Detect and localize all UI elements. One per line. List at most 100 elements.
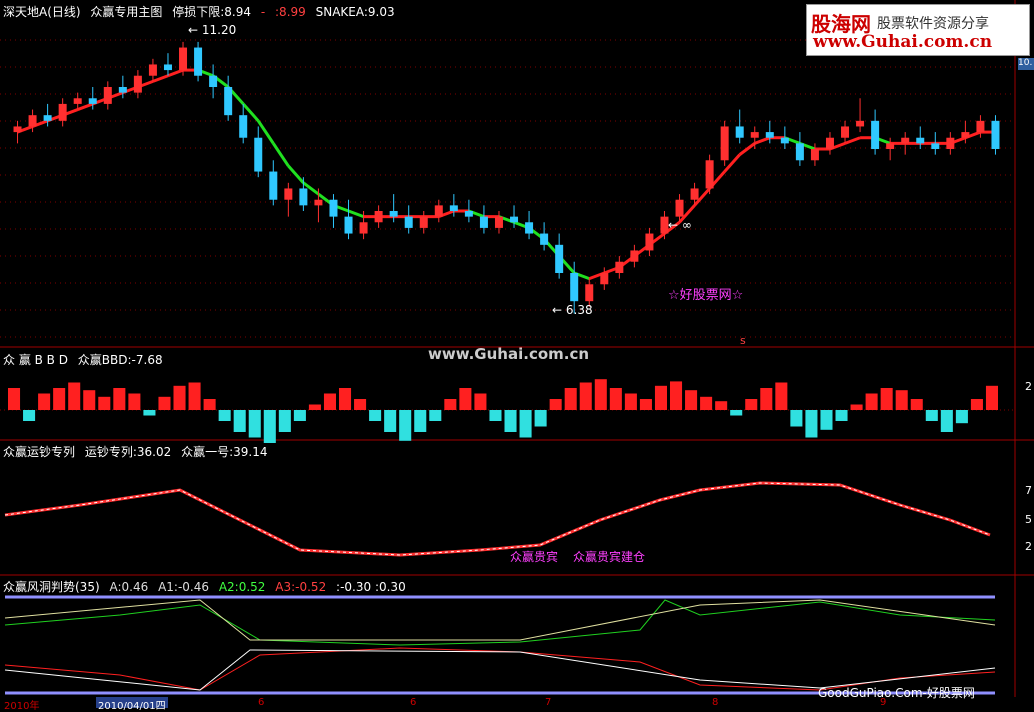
bbd-bar xyxy=(158,396,171,410)
candle-body xyxy=(600,273,609,285)
candle-body xyxy=(329,199,338,217)
candle-body xyxy=(344,216,353,234)
candle-body xyxy=(284,188,293,200)
bbd-bar xyxy=(53,388,66,410)
star-annotation: ☆好股票网☆ xyxy=(668,288,744,303)
bbd-bar xyxy=(444,399,457,410)
candle-body xyxy=(961,132,970,138)
candle-body xyxy=(133,75,142,93)
candle-body xyxy=(434,205,443,217)
cash-title: 众赢运钞专列 xyxy=(3,445,76,459)
panel3-header: 众赢运钞专列 运钞专列:36.02 众赢一号:39.14 xyxy=(3,443,273,460)
candle-body xyxy=(299,188,308,206)
bbd-bar xyxy=(308,404,321,410)
bbd-bar xyxy=(519,410,532,438)
candle-body xyxy=(43,115,52,121)
cash-value-2: 众赢一号:39.14 xyxy=(181,445,268,459)
bbd-bar xyxy=(895,390,908,410)
bbd-bar xyxy=(654,385,667,410)
bbd-bar xyxy=(790,410,803,427)
candle-body xyxy=(630,250,639,262)
bbd-bar xyxy=(639,399,652,410)
s-marker: s xyxy=(740,334,746,347)
bbd-bar xyxy=(609,388,622,410)
ma-segment xyxy=(77,102,94,111)
mark-1: - xyxy=(260,5,266,19)
vip-build-label: 众赢贵宾建仓 xyxy=(573,550,646,564)
bbd-bar xyxy=(474,393,487,410)
candle-body xyxy=(58,103,67,121)
wind-a3: A3:-0.52 xyxy=(275,580,327,594)
candle-body xyxy=(525,222,534,234)
wind-a1: A1:-0.46 xyxy=(158,580,209,594)
candle-body xyxy=(780,137,789,144)
high-annotation: ← 11.20 xyxy=(188,23,237,37)
candle-body xyxy=(224,87,233,116)
candle-body xyxy=(194,47,203,76)
candle-body xyxy=(103,87,112,104)
bbd-value: 众赢BBD:-7.68 xyxy=(77,353,163,367)
bbd-bar xyxy=(955,410,968,424)
candle-body xyxy=(254,137,263,172)
candle-body xyxy=(28,115,37,127)
bbd-bar xyxy=(414,410,427,432)
candle-body xyxy=(795,143,804,161)
candle-body xyxy=(359,222,368,234)
bbd-bar xyxy=(23,410,36,421)
bbd-bar xyxy=(233,410,246,432)
ma-segment xyxy=(152,74,169,83)
bbd-bar xyxy=(248,410,261,438)
wind-title: 众赢风洞判势(35) xyxy=(3,580,100,594)
candle-body xyxy=(314,199,323,206)
bbd-bar xyxy=(985,385,998,410)
bbd-bar xyxy=(594,379,607,410)
candle-body xyxy=(239,115,248,138)
candle-body xyxy=(615,261,624,273)
bbd-bar xyxy=(970,399,983,410)
bbd-bar xyxy=(760,388,773,410)
bbd-bar xyxy=(399,410,412,441)
candle-body xyxy=(404,216,413,228)
cash-scale-1: 7 xyxy=(1025,484,1032,497)
candle-body xyxy=(179,47,188,71)
snake-label: SNAKEA:9.03 xyxy=(315,5,395,19)
bbd-bar xyxy=(579,382,592,410)
candle-body xyxy=(494,216,503,228)
candle-body xyxy=(871,120,880,149)
bbd-bar xyxy=(489,410,502,421)
infinity-annotation: ← ∞ xyxy=(668,218,692,232)
bbd-bar xyxy=(339,388,352,410)
candle-body xyxy=(479,216,488,228)
x-start-label: 2010年 xyxy=(4,701,40,712)
bbd-bar xyxy=(850,404,863,410)
candle-body xyxy=(163,64,172,71)
candle-body xyxy=(645,233,654,251)
bbd-bar xyxy=(865,393,878,410)
bbd-bar xyxy=(218,410,231,421)
candle-body xyxy=(464,211,473,217)
bbd-bar xyxy=(128,393,141,410)
bbd-bar xyxy=(188,382,201,410)
bbd-bar xyxy=(459,388,472,410)
bbd-bar xyxy=(775,382,788,410)
candle-body xyxy=(555,244,564,273)
bbd-bar xyxy=(564,388,577,410)
candle-body xyxy=(419,216,428,228)
bbd-title: 众 赢 B B D xyxy=(3,353,68,367)
candle-body xyxy=(841,126,850,138)
ma-segment xyxy=(287,164,305,184)
candle-body xyxy=(540,233,549,245)
x-tick-4: 8 xyxy=(712,697,719,708)
ma-segment xyxy=(347,209,365,219)
stock-chart: 深天地A(日线) 众赢专用主图 停损下限:8.94 - :8.99 SNAKEA… xyxy=(0,0,1034,712)
candle-body xyxy=(750,132,759,138)
candle-body xyxy=(570,273,579,302)
bbd-bar xyxy=(143,410,156,416)
candle-body xyxy=(118,87,127,93)
ma-segment xyxy=(738,142,756,156)
panel1-header: 深天地A(日线) 众赢专用主图 停损下限:8.94 - :8.99 SNAKEA… xyxy=(3,3,401,20)
bbd-scale: 2 xyxy=(1025,380,1032,393)
bbd-bar xyxy=(278,410,291,432)
ma-segment xyxy=(754,136,771,145)
candle-body xyxy=(449,205,458,211)
